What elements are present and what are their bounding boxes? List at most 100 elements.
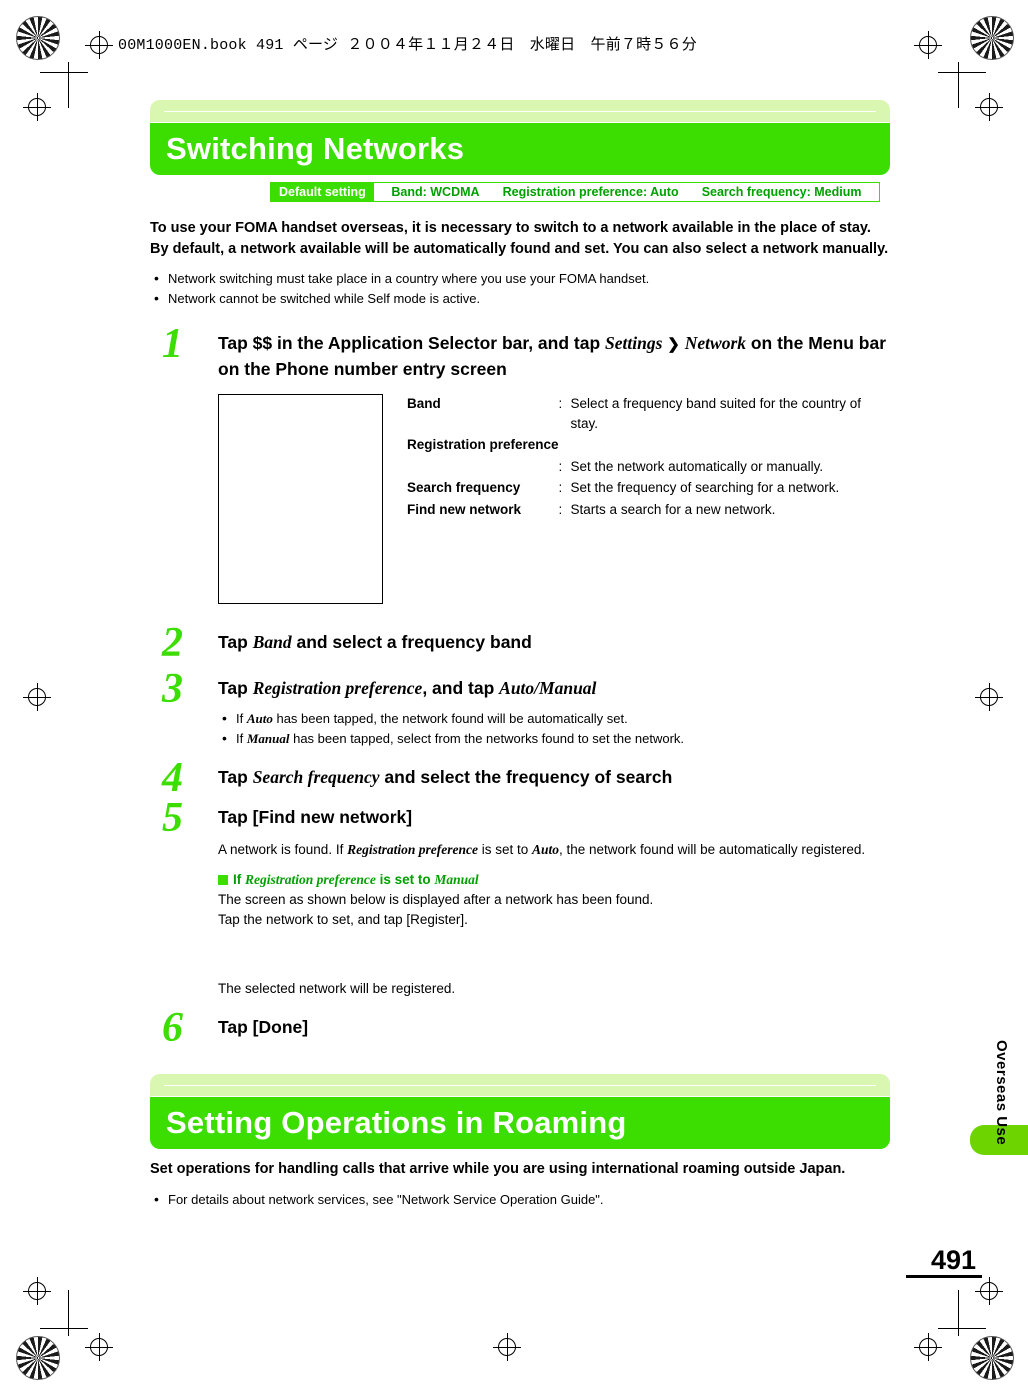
default-setting-row: Default setting Band: WCDMA Registration…: [270, 182, 880, 202]
step-number: 6: [162, 1004, 183, 1051]
crop-mark: [68, 62, 69, 108]
chapter-tab-label: Overseas Use: [993, 1040, 1010, 1146]
list-item: Network cannot be switched while Self mo…: [150, 288, 890, 310]
page-title-2: Setting Operations in Roaming: [166, 1105, 627, 1141]
registration-mark-left-middle: [23, 683, 51, 711]
registration-mark-left-upper: [23, 93, 51, 121]
step-title: Tap Search frequency and select the freq…: [218, 767, 673, 788]
colon: :: [558, 396, 563, 412]
file-header-strip: 00M1000EN.book 491 ページ ２００４年１１月２４日 水曜日 午…: [118, 37, 697, 54]
crop-mark: [938, 72, 986, 73]
colon: :: [558, 502, 563, 517]
term: Search frequency: [407, 480, 521, 496]
phone-screen-figure: [218, 394, 383, 605]
step-title: Tap Registration preference, and tap Aut…: [218, 677, 597, 698]
section-2-lead-paragraph: Set operations for handling calls that a…: [150, 1161, 846, 1178]
step-5-figure-placeholder: [218, 931, 890, 973]
default-setting-label: Default setting: [271, 183, 374, 201]
step-number: 3: [162, 665, 183, 712]
step-2: 2 Tap Band and select a frequency band: [150, 622, 890, 664]
step-5-sub-line-2: Tap the network to set, and tap [Registe…: [218, 912, 468, 928]
registration-mark-bottom-center: [493, 1333, 521, 1361]
colon: [559, 435, 571, 457]
crop-mark: [958, 1290, 959, 1336]
step-title: Tap $$ in the Application Selector bar, …: [218, 333, 886, 379]
section-title-setting-operations: Setting Operations in Roaming: [150, 1074, 890, 1150]
registration-mark-right-lower: [975, 1277, 1003, 1305]
section-notes-list: Network switching must take place in a c…: [150, 268, 890, 310]
list-item: If Auto has been tapped, the network fou…: [218, 708, 890, 730]
step-title: Tap [Done]: [218, 1016, 309, 1037]
step-5-sub-line-1: The screen as shown below is displayed a…: [218, 892, 654, 908]
term: Find new network: [407, 502, 522, 517]
definition: Select a frequency band suited for the c…: [570, 396, 861, 431]
definition: Starts a search for a new network.: [570, 502, 776, 517]
colon: :: [558, 480, 563, 496]
corner-registration-mark-bottom-left: [16, 1336, 60, 1380]
step-5-after-figure-text: The selected network will be registered.: [218, 980, 456, 996]
default-setting-item-registration: Registration preference: Auto: [502, 185, 679, 199]
list-item: Network switching must take place in a c…: [150, 268, 890, 290]
registration-mark-top-left: [85, 31, 113, 59]
registration-mark-bottom-left: [85, 1333, 113, 1361]
registration-mark-bottom-right: [914, 1333, 942, 1361]
step-6: 6 Tap [Done]: [150, 1007, 890, 1049]
step-number: 4: [162, 755, 183, 802]
default-setting-item-search: Search frequency: Medium: [701, 185, 862, 199]
page-number-rule: [906, 1275, 982, 1278]
step-5-subheading: If Registration preference is set to Man…: [218, 872, 890, 888]
title-bar: Switching Networks: [150, 123, 890, 175]
crop-mark: [958, 62, 959, 108]
crop-mark: [40, 1328, 88, 1329]
crop-mark: [40, 72, 88, 73]
term: [407, 457, 559, 479]
definition: [571, 435, 890, 457]
crop-mark: [938, 1328, 986, 1329]
corner-registration-mark-top-right: [970, 16, 1014, 60]
step-5: 5 Tap [Find new network] A network is fo…: [150, 797, 890, 999]
table-row: : Set the network automatically or manua…: [407, 457, 890, 479]
corner-registration-mark-top-left: [16, 16, 60, 60]
colon: :: [558, 458, 563, 474]
table-row: Band : Select a frequency band suited fo…: [407, 394, 890, 435]
corner-registration-mark-bottom-right: [970, 1336, 1014, 1380]
step-4: 4 Tap Search frequency and select the fr…: [150, 757, 890, 799]
step-number: 2: [162, 620, 183, 667]
title-decor-bar: [150, 1074, 890, 1098]
settings-description-table: Band : Select a frequency band suited fo…: [407, 394, 890, 604]
step-title: Tap Band and select a frequency band: [218, 632, 532, 653]
section-title-switching-networks: Switching Networks: [150, 100, 890, 175]
default-setting-items: Band: WCDMA Registration preference: Aut…: [374, 183, 879, 201]
table-row: Search frequency : Set the frequency of …: [407, 478, 890, 500]
term: Band: [407, 396, 441, 412]
step-3-notes: If Auto has been tapped, the network fou…: [218, 708, 890, 750]
page-number: 491: [930, 1245, 976, 1275]
registration-mark-right-upper: [975, 93, 1003, 121]
page-title: Switching Networks: [166, 131, 465, 166]
section-lead-paragraph: To use your FOMA handset overseas, it is…: [150, 220, 889, 257]
registration-mark-left-lower: [23, 1277, 51, 1305]
registration-mark-top-right: [914, 31, 942, 59]
table-row: Registration preference: [407, 435, 890, 457]
step-title: Tap [Find new network]: [218, 806, 413, 827]
subheading-text: If Registration preference is set to Man…: [233, 872, 479, 888]
step-5-body: A network is found. If Registration pref…: [218, 841, 866, 857]
title-decor-bar: [150, 100, 890, 123]
title-bar: Setting Operations in Roaming: [150, 1097, 890, 1150]
square-bullet-icon: [218, 875, 228, 886]
default-setting-item-band: Band: WCDMA: [391, 185, 480, 199]
definition: Set the network automatically or manuall…: [570, 458, 824, 474]
term: Registration preference: [407, 437, 559, 453]
definition: Set the frequency of searching for a net…: [570, 480, 840, 496]
registration-mark-right-middle: [975, 683, 1003, 711]
list-item: For details about network services, see …: [150, 1189, 890, 1211]
step-number: 5: [162, 794, 183, 841]
step-1: 1 Tap $$ in the Application Selector bar…: [150, 323, 890, 382]
table-row: Find new network : Starts a search for a…: [407, 500, 890, 522]
crop-mark: [68, 1290, 69, 1336]
list-item: If Manual has been tapped, select from t…: [218, 728, 890, 750]
page-content: Switching Networks Default setting Band:…: [150, 100, 890, 1216]
step-1-figure-row: Band : Select a frequency band suited fo…: [150, 394, 890, 605]
section-2-notes-list: For details about network services, see …: [150, 1189, 890, 1211]
step-3: 3 Tap Registration preference, and tap A…: [150, 668, 890, 750]
